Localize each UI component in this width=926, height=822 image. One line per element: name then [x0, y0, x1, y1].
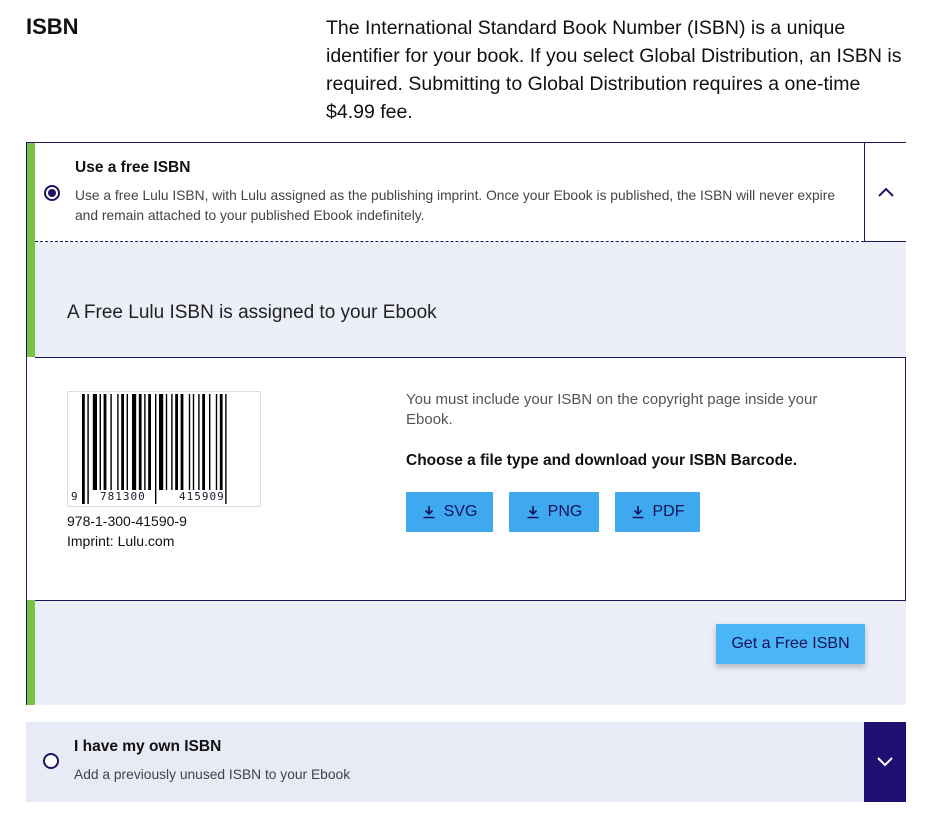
section-title: ISBN: [26, 14, 79, 39]
barcode-bar: [110, 394, 112, 490]
free-isbn-title: Use a free ISBN: [75, 159, 191, 176]
isbn-barcode: 9 781300 415909: [67, 391, 261, 507]
get-free-isbn-button[interactable]: Get a Free ISBN: [716, 624, 865, 664]
download-png-button[interactable]: PNG: [509, 492, 599, 532]
barcode-digit-left: 9: [71, 490, 78, 503]
own-isbn-radio[interactable]: [43, 753, 59, 769]
barcode-bar: [138, 394, 142, 490]
barcode-bar: [171, 394, 173, 490]
own-isbn-subtitle: Add a previously unused ISBN to your Ebo…: [74, 767, 351, 782]
selected-indicator-bar: [27, 143, 35, 357]
free-isbn-subtitle: Use a free Lulu ISBN, with Lulu assigned…: [75, 188, 835, 223]
download-png-label: PNG: [547, 503, 583, 520]
chevron-down-icon: [877, 757, 893, 767]
barcode-digits-mid: 781300: [100, 490, 146, 503]
collapse-button[interactable]: [864, 143, 906, 242]
barcode-bar: [215, 394, 218, 490]
barcode-bar: [155, 394, 157, 504]
section-description: The International Standard Book Number (…: [326, 17, 902, 123]
free-isbn-option-header[interactable]: Use a free ISBN Use a free Lulu ISBN, wi…: [35, 143, 864, 242]
isbn-assigned-panel: A Free Lulu ISBN is assigned to your Ebo…: [35, 242, 906, 358]
footer-indicator-bar: [27, 600, 35, 705]
isbn-instructions: You must include your ISBN on the copyri…: [406, 391, 818, 428]
barcode-bar: [198, 394, 200, 490]
download-icon: [527, 506, 539, 519]
expand-button[interactable]: [864, 722, 906, 802]
barcode-bar: [180, 394, 184, 490]
barcode-bar: [103, 394, 107, 490]
download-pdf-button[interactable]: PDF: [615, 492, 700, 532]
barcode-bar: [132, 394, 137, 490]
barcode-bar: [209, 394, 211, 490]
imprint-text: Imprint: Lulu.com: [67, 533, 175, 549]
barcode-bar: [121, 394, 124, 490]
barcode-bar: [99, 394, 101, 490]
download-prompt: Choose a file type and download your ISB…: [406, 452, 798, 469]
barcode-bar: [202, 394, 205, 490]
own-isbn-title: I have my own ISBN: [74, 738, 222, 755]
free-isbn-radio[interactable]: [44, 185, 60, 201]
barcode-bar: [148, 394, 151, 490]
chevron-up-icon: [877, 187, 894, 197]
barcode-bar: [159, 394, 164, 490]
barcode-bar: [126, 394, 128, 490]
isbn-assigned-text: A Free Lulu ISBN is assigned to your Ebo…: [67, 302, 437, 323]
barcode-bar: [165, 394, 168, 490]
download-svg-label: SVG: [443, 503, 478, 520]
barcode-bar: [82, 394, 85, 504]
download-svg-button[interactable]: SVG: [406, 492, 493, 532]
download-icon: [632, 506, 643, 519]
barcode-digits-right: 415909: [179, 490, 225, 503]
download-icon: [423, 506, 435, 519]
isbn-number: 978-1-300-41590-9: [67, 513, 187, 529]
download-pdf-label: PDF: [652, 503, 685, 520]
barcode-bar: [192, 394, 195, 490]
barcode-bar: [87, 394, 89, 504]
own-isbn-option-card[interactable]: I have my own ISBN Add a previously unus…: [26, 722, 906, 802]
barcode-bars: [82, 394, 227, 504]
barcode-bar: [92, 394, 97, 490]
barcode-bar: [175, 394, 178, 490]
barcode-bar: [188, 394, 191, 490]
barcode-bar: [225, 394, 227, 504]
barcode-bar: [219, 394, 223, 490]
free-isbn-option-card: Use a free ISBN Use a free Lulu ISBN, wi…: [26, 142, 906, 705]
barcode-bar: [117, 394, 119, 490]
barcode-bar: [144, 394, 146, 490]
